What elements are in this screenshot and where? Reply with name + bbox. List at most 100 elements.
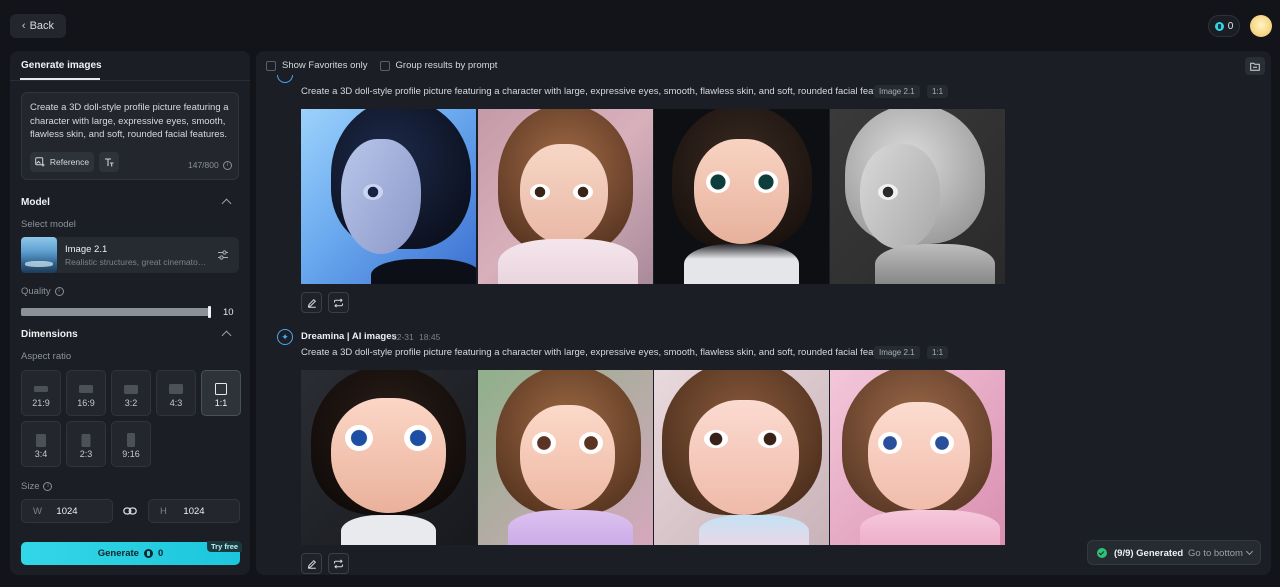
result-image[interactable] (654, 370, 829, 545)
favorites-checkbox[interactable] (266, 60, 276, 71)
aspect-ratio-3x2[interactable]: 3:2 (111, 370, 151, 416)
width-field[interactable]: W 1024 (21, 499, 113, 523)
image-detail (704, 430, 728, 448)
group-1-model-chip: Image 2.1 (874, 85, 920, 98)
model-name: Image 2.1 (65, 244, 108, 255)
aspect-ratio-label: 3:2 (124, 398, 138, 408)
result-image[interactable] (830, 370, 1005, 545)
aspect-ratio-label: 1:1 (214, 398, 228, 408)
result-image[interactable] (478, 109, 653, 284)
link-icon[interactable] (123, 505, 137, 517)
image-detail (878, 432, 902, 454)
text-format-button[interactable] (99, 152, 119, 172)
credit-icon (143, 549, 153, 558)
image-detail (694, 139, 789, 244)
generation-date: 12-31 (392, 332, 414, 342)
results-panel: Show Favorites only Group results by pro… (256, 51, 1271, 575)
result-filters: Show Favorites only Group results by pro… (266, 60, 501, 71)
image-detail (345, 425, 373, 451)
aspect-ratio-9x16[interactable]: 9:16 (111, 421, 151, 467)
top-bar: ‹ Back 0 (0, 0, 1280, 50)
favorites-filter[interactable]: Show Favorites only (266, 60, 368, 71)
image-add-icon (35, 157, 45, 167)
aspect-ratio-label: 16:9 (77, 398, 95, 408)
image-detail (532, 432, 556, 454)
credit-icon (1214, 21, 1224, 31)
aspect-ratio-label: Aspect ratio (21, 351, 72, 362)
image-detail (341, 515, 436, 545)
result-image[interactable] (301, 109, 476, 284)
aspect-ratio-16x9[interactable]: 16:9 (66, 370, 106, 416)
folder-button[interactable] (1245, 57, 1265, 75)
result-image[interactable] (301, 370, 476, 545)
info-icon[interactable]: i (222, 160, 232, 170)
prompt-text[interactable]: Create a 3D doll-style profile picture f… (30, 101, 230, 142)
regenerate-button[interactable] (328, 292, 349, 313)
aspect-ratio-shape-icon (127, 433, 135, 447)
image-detail (706, 171, 730, 193)
generation-status[interactable]: (9/9) Generated Go to bottom (1087, 540, 1261, 565)
image-detail (699, 515, 809, 545)
go-to-bottom-link[interactable]: Go to bottom (1188, 548, 1243, 559)
back-button[interactable]: ‹ Back (10, 14, 66, 38)
height-value[interactable]: 1024 (149, 506, 239, 517)
collapse-dimensions-icon[interactable] (221, 330, 232, 341)
aspect-ratio-4x3[interactable]: 4:3 (156, 370, 196, 416)
result-image[interactable] (654, 109, 829, 284)
image-detail (860, 510, 1000, 545)
edit-button[interactable] (301, 553, 322, 574)
image-detail (404, 425, 432, 451)
group-checkbox[interactable] (379, 60, 390, 71)
result-image[interactable] (478, 370, 653, 545)
folder-icon (1250, 62, 1260, 71)
panel-tabs: Generate images (10, 51, 250, 81)
aspect-ratio-shape-icon (34, 386, 48, 392)
aspect-ratio-label: 21:9 (32, 398, 50, 408)
group-filter[interactable]: Group results by prompt (379, 60, 498, 71)
group-1-prompt: Create a 3D doll-style profile picture f… (301, 86, 898, 97)
quality-slider[interactable] (21, 308, 211, 316)
aspect-ratio-2x3[interactable]: 2:3 (66, 421, 106, 467)
aspect-ratio-shape-icon (79, 385, 93, 393)
aspect-ratio-1x1[interactable]: 1:1 (201, 370, 241, 416)
agent-name: Dreamina | AI images (301, 331, 397, 342)
tab-generate-images[interactable]: Generate images (21, 60, 102, 71)
chevron-down-icon (1245, 547, 1254, 556)
check-icon (1097, 548, 1107, 558)
agent-icon: ✦ (277, 329, 293, 345)
quality-label-text: Quality (21, 286, 51, 297)
credits-badge[interactable]: 0 (1208, 15, 1240, 37)
chevron-left-icon: ‹ (21, 20, 26, 32)
edit-button[interactable] (301, 292, 322, 313)
aspect-ratio-3x4[interactable]: 3:4 (21, 421, 61, 467)
group-filter-label: Group results by prompt (395, 60, 498, 71)
select-model-label: Select model (21, 219, 76, 230)
aspect-ratio-shape-icon (215, 383, 227, 395)
generate-credits: 0 (157, 548, 164, 559)
avatar[interactable] (1250, 15, 1272, 37)
quality-info-icon[interactable]: i (54, 287, 64, 296)
width-value[interactable]: 1024 (22, 506, 112, 517)
quality-slider-handle[interactable] (208, 306, 211, 318)
pencil-icon (307, 298, 316, 308)
image-detail (573, 184, 593, 200)
reference-button[interactable]: Reference (30, 152, 94, 172)
aspect-ratio-21x9[interactable]: 21:9 (21, 370, 61, 416)
collapse-model-icon[interactable] (221, 198, 232, 209)
model-description: Realistic structures, great cinematograp… (65, 257, 207, 267)
height-field[interactable]: H 1024 (148, 499, 240, 523)
back-label: Back (29, 20, 55, 32)
group-2-ratio-chip: 1:1 (927, 346, 949, 359)
image-detail (363, 184, 383, 200)
regenerate-button[interactable] (328, 553, 349, 574)
aspect-ratio-label: 4:3 (169, 398, 183, 408)
result-image[interactable] (830, 109, 1005, 284)
image-detail (875, 244, 995, 284)
prompt-input[interactable]: Create a 3D doll-style profile picture f… (21, 92, 239, 180)
size-info-icon[interactable]: i (43, 482, 53, 491)
settings-sliders-icon[interactable] (217, 249, 229, 261)
image-detail (878, 184, 898, 200)
model-selector[interactable]: Image 2.1 Realistic structures, great ci… (21, 237, 239, 273)
image-detail (331, 398, 446, 513)
status-text: (9/9) Generated (1114, 548, 1184, 559)
